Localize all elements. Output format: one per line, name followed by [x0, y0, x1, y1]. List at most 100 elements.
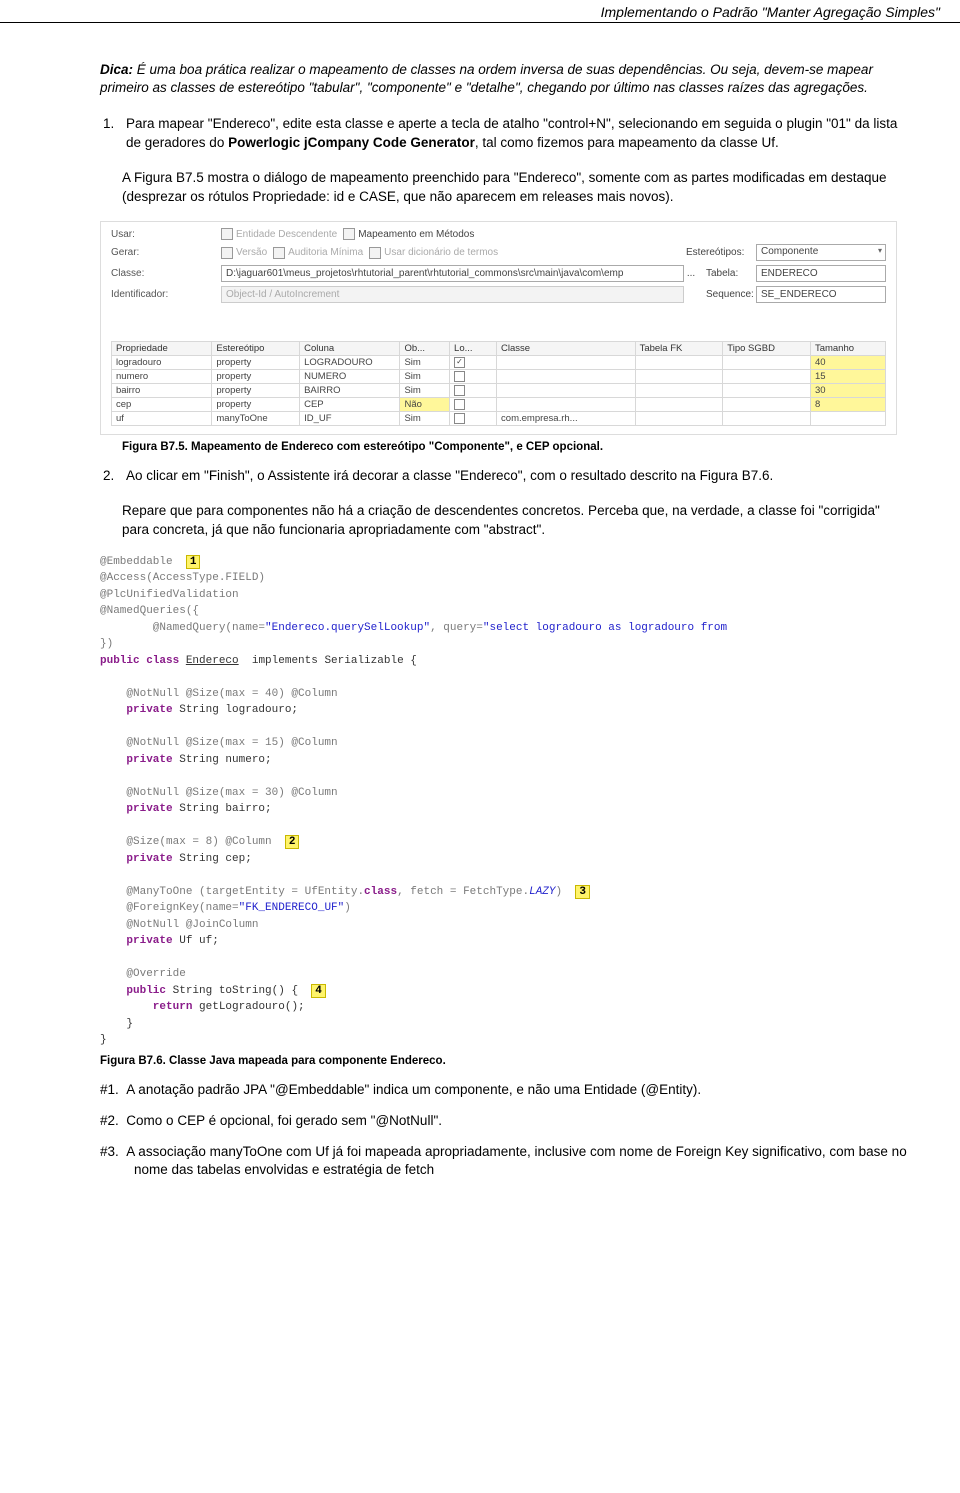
code-line: implements Serializable {	[239, 655, 417, 667]
table-header: Classe	[497, 342, 636, 356]
code-kw: public class	[100, 655, 186, 667]
row-checkbox[interactable]	[454, 371, 465, 382]
label-ident: Identificador:	[111, 289, 221, 300]
browse-icon[interactable]: ...	[684, 268, 698, 279]
code-line: @NotNull @Size(max = 15) @Column	[100, 737, 338, 749]
row-checkbox[interactable]	[454, 413, 465, 424]
code-line: @Override	[100, 968, 186, 980]
table-header: Ob...	[400, 342, 450, 356]
input-classe[interactable]: D:\jaguar601\meus_projetos\rhtutorial_pa…	[221, 265, 684, 282]
caption-1: Figura B7.5. Mapeamento de Endereco com …	[122, 441, 910, 453]
hash-3: #3. A associação manyToOne com Uf já foi…	[100, 1143, 910, 1181]
code-line: @NamedQueries({	[100, 605, 199, 617]
code-str: "select logradouro as logradouro from	[483, 622, 734, 634]
input-sequence[interactable]: SE_ENDERECO	[756, 286, 886, 303]
code-line: , fetch = FetchType.	[397, 886, 529, 898]
checkbox-dic[interactable]	[369, 247, 381, 259]
code-line: String numero;	[179, 754, 271, 766]
label-sequence: Sequence:	[698, 289, 756, 300]
table-header: Tamanho	[810, 342, 885, 356]
checkbox-map[interactable]	[343, 228, 355, 240]
table-row: ceppropertyCEPNão8	[112, 398, 886, 412]
code-line: @NotNull @Size(max = 30) @Column	[100, 787, 338, 799]
code-line: String cep;	[179, 853, 252, 865]
code-kw: public	[100, 985, 173, 997]
chk-map-label: Mapeamento em Métodos	[358, 229, 474, 240]
code-line: @NamedQuery(name=	[100, 622, 265, 634]
caption-2: Figura B7.6. Classe Java mapeada para co…	[100, 1055, 910, 1067]
table-row: ufmanyToOneID_UFSimcom.empresa.rh...	[112, 412, 886, 426]
hash-2: #2. Como o CEP é opcional, foi gerado se…	[100, 1112, 910, 1131]
code-line: @NotNull @Size(max = 40) @Column	[100, 688, 338, 700]
table-header: Tipo SGBD	[723, 342, 811, 356]
code-str: "Endereco.querySelLookup"	[265, 622, 430, 634]
code-kw: return	[100, 1001, 199, 1013]
code-line: String bairro;	[179, 803, 271, 815]
code-line: String logradouro;	[179, 704, 298, 716]
code-line: }	[100, 1034, 107, 1046]
chk-aud-label: Auditoria Mínima	[288, 247, 363, 258]
label-classe: Classe:	[111, 268, 221, 279]
code-line: @Embeddable	[100, 556, 173, 568]
code-line: @ForeignKey(name=	[100, 902, 239, 914]
hash-num: #2.	[100, 1113, 119, 1128]
hash-text: A anotação padrão JPA "@Embeddable" indi…	[126, 1082, 701, 1097]
screenshot-code: @Embeddable 1 @Access(AccessType.FIELD) …	[100, 554, 910, 1049]
code-line: LAZY	[529, 886, 555, 898]
step-1: Para mapear "Endereco", edite esta class…	[118, 115, 910, 153]
hash-num: #1.	[100, 1082, 119, 1097]
table-row: bairropropertyBAIRROSim30	[112, 384, 886, 398]
properties-table: PropriedadeEstereótipoColunaOb...Lo...Cl…	[111, 341, 886, 426]
checkbox-aud[interactable]	[273, 247, 285, 259]
screenshot-dialog: Usar: Entidade Descendente Mapeamento em…	[100, 221, 897, 435]
code-tag-1: 1	[186, 555, 201, 569]
label-estereo: Estereótipos:	[686, 247, 756, 258]
code-kw: private	[100, 754, 179, 766]
code-line: )	[344, 902, 351, 914]
label-gerar: Gerar:	[111, 247, 221, 258]
code-line: getLogradouro();	[199, 1001, 305, 1013]
table-header: Coluna	[300, 342, 400, 356]
code-tag-3: 3	[575, 885, 590, 899]
chk-dic-label: Usar dicionário de termos	[384, 247, 498, 258]
code-line: @Size(max = 8) @Column	[100, 836, 272, 848]
code-line: }	[100, 1018, 133, 1030]
label-usar: Usar:	[111, 229, 221, 240]
code-kw: private	[100, 935, 179, 947]
chk-ent-label: Entidade Descendente	[236, 229, 337, 240]
table-row: logradouropropertyLOGRADOUROSim✓40	[112, 356, 886, 370]
code-line: , query=	[430, 622, 483, 634]
tip-block: Dica: É uma boa prática realizar o mapea…	[100, 61, 910, 97]
code-line: })	[100, 638, 113, 650]
hash-text: A associação manyToOne com Uf já foi map…	[126, 1144, 906, 1178]
input-tabela[interactable]: ENDERECO	[756, 265, 886, 282]
code-line: String toString() {	[173, 985, 298, 997]
code-kw: private	[100, 853, 179, 865]
code-tag-4: 4	[311, 984, 326, 998]
code-line: @ManyToOne (targetEntity = UfEntity.	[100, 886, 364, 898]
hash-num: #3.	[100, 1144, 119, 1159]
row-checkbox[interactable]	[454, 385, 465, 396]
checkbox-ver[interactable]	[221, 247, 233, 259]
tip-body: É uma boa prática realizar o mapeamento …	[100, 62, 873, 95]
code-class: Endereco	[186, 655, 239, 667]
select-estereo[interactable]: Componente	[756, 244, 886, 261]
table-header: Tabela FK	[635, 342, 723, 356]
code-kw: private	[100, 704, 179, 716]
table-header: Estereótipo	[212, 342, 300, 356]
step-2: Ao clicar em "Finish", o Assistente irá …	[118, 467, 910, 486]
code-line: Uf uf;	[179, 935, 219, 947]
code-line: @PlcUnifiedValidation	[100, 589, 239, 601]
code-line: @NotNull @JoinColumn	[100, 919, 258, 931]
code-line: )	[556, 886, 563, 898]
row-checkbox[interactable]: ✓	[454, 357, 465, 368]
label-tabela: Tabela:	[698, 268, 756, 279]
checkbox-ent[interactable]	[221, 228, 233, 240]
table-row: numeropropertyNUMEROSim15	[112, 370, 886, 384]
chk-ver-label: Versão	[236, 247, 267, 258]
table-header: Lo...	[450, 342, 497, 356]
code-line: @Access(AccessType.FIELD)	[100, 572, 265, 584]
paragraph-1: A Figura B7.5 mostra o diálogo de mapeam…	[122, 169, 910, 207]
row-checkbox[interactable]	[454, 399, 465, 410]
step1-b: Powerlogic jCompany Code Generator	[228, 135, 475, 150]
